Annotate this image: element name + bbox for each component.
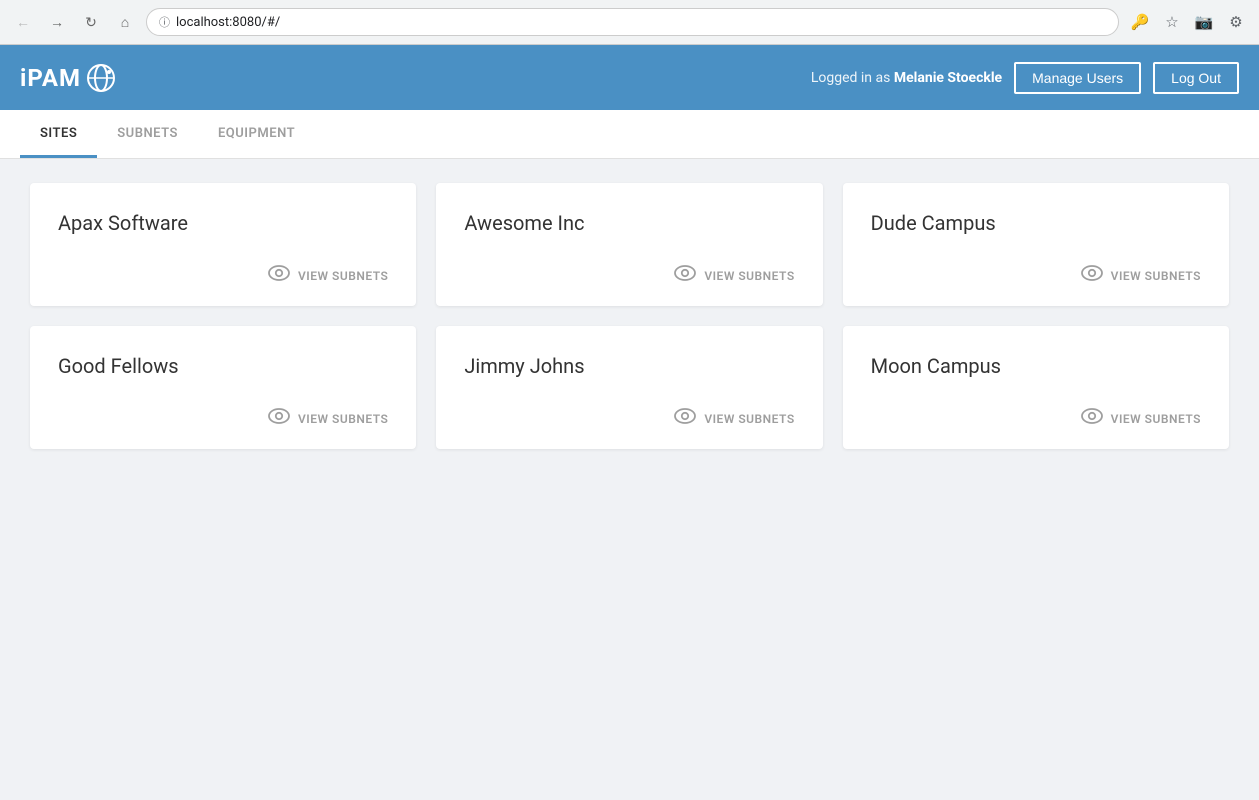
site-card-footer-dude-campus: VIEW SUBNETS <box>871 265 1201 286</box>
forward-button[interactable]: → <box>44 9 70 35</box>
key-icon[interactable]: 🔑 <box>1127 9 1153 35</box>
home-button[interactable]: ⌂ <box>112 9 138 35</box>
eye-icon-apax-software <box>268 265 290 286</box>
logout-button[interactable]: Log Out <box>1153 62 1239 94</box>
tab-subnets[interactable]: SUBNETS <box>97 110 198 158</box>
site-card-jimmy-johns: Jimmy Johns VIEW SUBNETS <box>436 326 822 449</box>
site-name-good-fellows: Good Fellows <box>58 354 388 378</box>
back-button[interactable]: ← <box>10 9 36 35</box>
bookmark-icon[interactable]: ☆ <box>1159 9 1185 35</box>
site-name-dude-campus: Dude Campus <box>871 211 1201 235</box>
site-card-footer-awesome-inc: VIEW SUBNETS <box>464 265 794 286</box>
view-subnets-label-awesome-inc: VIEW SUBNETS <box>704 269 794 283</box>
logged-in-text: Logged in as Melanie Stoeckle <box>811 70 1002 86</box>
tab-sites[interactable]: SITES <box>20 110 97 158</box>
view-subnets-label-jimmy-johns: VIEW SUBNETS <box>704 412 794 426</box>
view-subnets-btn-jimmy-johns[interactable]: VIEW SUBNETS <box>674 408 794 429</box>
logo-text: iPAM <box>20 64 81 92</box>
eye-icon-good-fellows <box>268 408 290 429</box>
view-subnets-label-good-fellows: VIEW SUBNETS <box>298 412 388 426</box>
site-card-footer-apax-software: VIEW SUBNETS <box>58 265 388 286</box>
eye-icon-moon-campus <box>1081 408 1103 429</box>
lock-icon: ⓘ <box>159 14 170 30</box>
site-card-footer-jimmy-johns: VIEW SUBNETS <box>464 408 794 429</box>
manage-users-button[interactable]: Manage Users <box>1014 62 1141 94</box>
view-subnets-btn-awesome-inc[interactable]: VIEW SUBNETS <box>674 265 794 286</box>
address-bar[interactable]: ⓘ localhost:8080/#/ <box>146 8 1119 36</box>
site-card-good-fellows: Good Fellows VIEW SUBNETS <box>30 326 416 449</box>
eye-icon-dude-campus <box>1081 265 1103 286</box>
tabs-nav: SITES SUBNETS EQUIPMENT <box>0 110 1259 159</box>
extensions-icon[interactable]: ⚙ <box>1223 9 1249 35</box>
camera-icon[interactable]: 📷 <box>1191 9 1217 35</box>
main-content: Apax Software VIEW SUBNETS Awesome Inc <box>0 159 1259 800</box>
site-card-footer-moon-campus: VIEW SUBNETS <box>871 408 1201 429</box>
site-name-awesome-inc: Awesome Inc <box>464 211 794 235</box>
view-subnets-label-dude-campus: VIEW SUBNETS <box>1111 269 1201 283</box>
sites-grid: Apax Software VIEW SUBNETS Awesome Inc <box>30 183 1229 449</box>
site-name-moon-campus: Moon Campus <box>871 354 1201 378</box>
tab-equipment[interactable]: EQUIPMENT <box>198 110 315 158</box>
site-card-moon-campus: Moon Campus VIEW SUBNETS <box>843 326 1229 449</box>
site-name-jimmy-johns: Jimmy Johns <box>464 354 794 378</box>
browser-chrome: ← → ↻ ⌂ ⓘ localhost:8080/#/ 🔑 ☆ 📷 ⚙ <box>0 0 1259 45</box>
header-right: Logged in as Melanie Stoeckle Manage Use… <box>811 62 1239 94</box>
view-subnets-btn-moon-campus[interactable]: VIEW SUBNETS <box>1081 408 1201 429</box>
view-subnets-label-moon-campus: VIEW SUBNETS <box>1111 412 1201 426</box>
site-card-apax-software: Apax Software VIEW SUBNETS <box>30 183 416 306</box>
user-name: Melanie Stoeckle <box>894 70 1002 86</box>
eye-icon-jimmy-johns <box>674 408 696 429</box>
eye-icon-awesome-inc <box>674 265 696 286</box>
site-name-apax-software: Apax Software <box>58 211 388 235</box>
site-card-footer-good-fellows: VIEW SUBNETS <box>58 408 388 429</box>
logo-icon <box>85 62 117 94</box>
site-card-awesome-inc: Awesome Inc VIEW SUBNETS <box>436 183 822 306</box>
reload-button[interactable]: ↻ <box>78 9 104 35</box>
app-logo: iPAM <box>20 62 117 94</box>
browser-actions: 🔑 ☆ 📷 ⚙ <box>1127 9 1249 35</box>
url-text: localhost:8080/#/ <box>176 15 280 30</box>
app-header: iPAM Logged in as Melanie Stoeckle Manag… <box>0 45 1259 110</box>
view-subnets-label-apax-software: VIEW SUBNETS <box>298 269 388 283</box>
view-subnets-btn-good-fellows[interactable]: VIEW SUBNETS <box>268 408 388 429</box>
site-card-dude-campus: Dude Campus VIEW SUBNETS <box>843 183 1229 306</box>
view-subnets-btn-apax-software[interactable]: VIEW SUBNETS <box>268 265 388 286</box>
view-subnets-btn-dude-campus[interactable]: VIEW SUBNETS <box>1081 265 1201 286</box>
